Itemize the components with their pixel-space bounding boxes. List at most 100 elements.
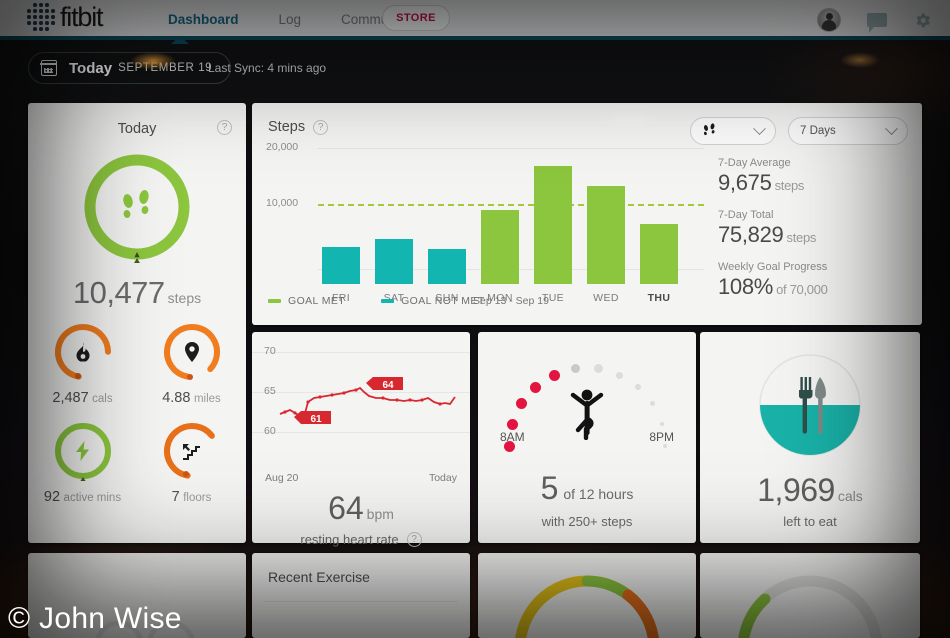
stat-value: 108%	[718, 274, 774, 299]
gridline-top	[318, 148, 704, 149]
date-range-dropdown[interactable]: 7 Days	[788, 117, 908, 145]
metric-active-mins[interactable]: 92 active mins	[28, 420, 137, 505]
fitbit-dots-icon	[27, 3, 55, 31]
avatar[interactable]	[817, 8, 841, 32]
today-steps-value-row: 10,477 steps	[28, 275, 246, 311]
calories-unit: cals	[92, 393, 113, 405]
bar-column[interactable]: SAT	[375, 239, 413, 304]
watermark: © John Wise	[8, 602, 182, 635]
bar-column[interactable]: SUN	[428, 249, 466, 304]
hourly-dot-empty	[635, 384, 642, 391]
hr-marker-low: 61	[294, 411, 331, 425]
hourly-dot-empty	[593, 364, 603, 374]
metric-floors[interactable]: 7 floors	[137, 420, 246, 505]
hr-value: 64	[328, 490, 364, 526]
y-tick-20000: 20,000	[266, 141, 299, 153]
date-range-value: 7 Days	[800, 125, 836, 137]
activity-type-dropdown[interactable]	[690, 117, 776, 145]
hourly-value: 5	[540, 470, 559, 506]
food-unit: cals	[837, 488, 863, 504]
stat-value-row: 9,675 steps	[718, 170, 908, 196]
hourly-dot-filled	[506, 418, 518, 430]
location-pin-icon	[184, 342, 200, 362]
stat-label: 7-Day Total	[718, 209, 774, 221]
today-help-icon[interactable]: ?	[217, 120, 232, 135]
miles-ring	[161, 321, 223, 383]
hr-end-label: Today	[428, 472, 457, 484]
stat-unit: steps	[786, 230, 817, 245]
miles-value: 4.88	[162, 390, 191, 406]
food-value: 1,969	[757, 472, 835, 508]
bottom-card-recent-exercise[interactable]: Recent Exercise	[252, 553, 470, 638]
today-card-title: Today	[117, 121, 157, 137]
nav-active-indicator	[171, 36, 189, 44]
hourly-dot-empty	[663, 444, 667, 448]
hourly-dot-filled	[515, 398, 527, 410]
hourly-value-row: 5 of 12 hours	[478, 470, 696, 507]
lightning-icon	[75, 441, 90, 461]
stat-value-row: 75,829 steps	[718, 222, 908, 248]
hourly-dot-empty	[659, 422, 664, 427]
stat-value-row: 108% of 70,000	[718, 274, 908, 300]
hr-help-icon[interactable]: ?	[406, 532, 422, 547]
legend-item-goal-not-met: GOAL NOT MET	[381, 295, 485, 307]
bar	[640, 224, 678, 284]
hr-range-labels: Aug 20 Today	[252, 472, 470, 484]
hourly-caption: with 250+ steps	[541, 514, 633, 529]
stat-unit: of 70,000	[776, 282, 828, 297]
bar-column[interactable]: THU	[640, 224, 678, 304]
bottom-card-4[interactable]	[700, 553, 920, 638]
floors-ring	[161, 420, 223, 482]
calories-label: 2,487 cals	[52, 390, 112, 406]
fitbit-logo[interactable]: fitbit	[27, 1, 104, 32]
bottom-card-3[interactable]	[478, 553, 696, 638]
today-date-selector[interactable]: Today SEPTEMBER 19	[28, 52, 232, 84]
nav-link-log[interactable]: Log	[259, 0, 322, 40]
today-steps-value: 10,477	[72, 275, 165, 310]
nav-link-dashboard[interactable]: Dashboard	[148, 0, 259, 40]
steps-card-header: Steps ?	[268, 119, 329, 135]
bar-column[interactable]: FRI	[322, 247, 360, 304]
bar-column[interactable]: WED	[587, 186, 625, 304]
metric-calories[interactable]: 2,487 cals	[28, 321, 137, 406]
metric-miles[interactable]: 4.88 miles	[137, 321, 246, 406]
bar-column[interactable]: MON	[481, 210, 519, 304]
stat-label: 7-Day Average	[718, 157, 791, 169]
today-metrics-grid: 2,487 cals 4.88 miles 92 active mins 7 f…	[28, 321, 246, 505]
legend-swatch	[268, 299, 281, 303]
chat-icon[interactable]	[867, 13, 887, 33]
steps-help-icon[interactable]: ?	[313, 119, 329, 135]
calories-ring	[52, 321, 114, 383]
calendar-icon	[40, 60, 57, 76]
fitbit-wordmark: fitbit	[60, 1, 104, 32]
bar	[481, 210, 519, 284]
bar-column[interactable]: TUE	[534, 166, 572, 304]
heart-rate-card: 70 65 60 64 61 Aug 20 Today 64 bpm resti…	[252, 332, 470, 547]
bar	[375, 239, 413, 284]
store-button[interactable]: STORE	[382, 5, 450, 31]
chart-legend: GOAL MET GOAL NOT MET	[268, 295, 485, 307]
footprints-icon	[117, 189, 157, 225]
hr-unit: bpm	[366, 506, 394, 522]
hr-caption: resting heart rate	[300, 532, 399, 547]
food-plate-gauge	[757, 352, 863, 458]
hr-caption-row: resting heart rate ?	[252, 532, 470, 547]
hr-value-row: 64 bpm	[252, 490, 470, 527]
calories-value: 2,487	[52, 390, 89, 406]
active-mins-ring	[52, 420, 114, 482]
stat-7day-total: 7-Day Total 75,829 steps	[718, 209, 908, 248]
stat-weekly-goal-progress: Weekly Goal Progress 108% of 70,000	[718, 261, 908, 300]
bar	[534, 166, 572, 284]
today-card: Today ? 10,477 steps 2,487 cals 4.88 mil…	[28, 103, 246, 543]
bar	[322, 247, 360, 284]
stat-value: 75,829	[718, 222, 784, 247]
chevron-down-icon	[753, 121, 766, 135]
today-steps-unit: steps	[167, 290, 202, 306]
steps-card: Steps ? 7 Days 20,000 10,000 FRI SAT SUN…	[252, 103, 922, 325]
hourly-start-time: 8AM	[500, 430, 525, 444]
date-bar: Today SEPTEMBER 19 Last Sync: 4 mins ago	[0, 44, 950, 94]
hourly-dot-filled	[530, 381, 542, 393]
food-card: 1,969 cals left to eat	[700, 332, 920, 543]
gear-icon[interactable]	[913, 11, 932, 30]
floors-unit: floors	[183, 492, 212, 504]
